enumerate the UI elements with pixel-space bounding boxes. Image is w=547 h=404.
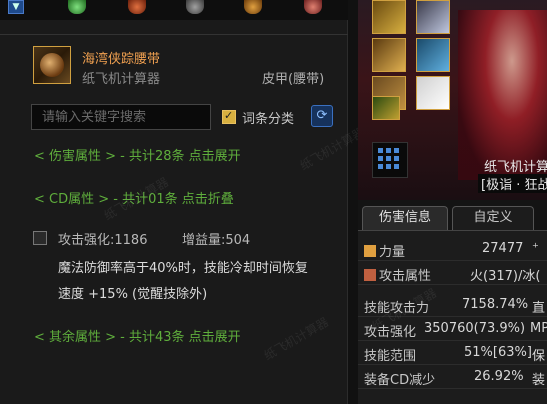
group-other-toggle[interactable]: < 其余属性 > - 共计43条 点击展开: [34, 326, 241, 345]
stat-row: 技能攻击力 7158.74% 直: [358, 293, 547, 317]
gear-icon[interactable]: [186, 0, 204, 14]
equipment-slot[interactable]: [416, 76, 450, 110]
stat-label: 攻击强化: [364, 325, 417, 340]
attack-element-icon: [364, 269, 376, 281]
item-type: 皮甲(腰带): [262, 72, 325, 87]
tab-damage-info[interactable]: 伤害信息: [362, 206, 448, 230]
equipment-slot[interactable]: [416, 38, 450, 72]
stat-value: 350760(73.9%): [424, 321, 526, 336]
stat-label: 技能范围: [364, 349, 417, 364]
stat-label: 攻击属性: [379, 269, 432, 284]
attribute-desc-line1: 魔法防御率高于40%时，技能冷却时间恢复: [58, 261, 308, 276]
stat-row: 攻击属性 火(317)/冰(: [358, 261, 547, 285]
stat-extra: 直: [532, 301, 546, 316]
classify-checkbox[interactable]: [222, 109, 236, 124]
attribute-desc-line2: 速度 +15% (觉醒技除外): [58, 287, 208, 302]
equipment-slot[interactable]: [372, 38, 406, 72]
stat-extra: 保: [532, 349, 546, 364]
classify-label: 词条分类: [242, 112, 295, 127]
character-panel: 纸飞机计算 [极诣 · 狂战 伤害信息 自定义 力量 27477 ⁺ 攻击属性 …: [358, 0, 547, 404]
group-cd-toggle[interactable]: < CD属性 > - 共计01条 点击折叠: [34, 188, 234, 207]
shield-icon[interactable]: [128, 0, 146, 14]
stat-extra: 装: [532, 373, 546, 388]
stat-value: 火(317)/冰(: [470, 269, 541, 284]
tab-custom[interactable]: 自定义: [452, 206, 534, 230]
stat-row: 力量 27477 ⁺: [358, 237, 547, 261]
potion-icon[interactable]: [304, 0, 322, 14]
stat-extra: MP: [530, 321, 547, 336]
character-title: [极诣 · 狂战: [478, 174, 547, 193]
book-icon[interactable]: [244, 0, 262, 14]
dropdown-arrow-icon[interactable]: ▼: [8, 0, 24, 14]
top-toolbar: ▼: [0, 0, 348, 20]
stat-row: 装备CD减少 26.92% 装: [358, 365, 547, 389]
character-portrait: [458, 10, 547, 180]
belt-item-icon: [33, 46, 71, 84]
character-art: 纸飞机计算 [极诣 · 狂战: [358, 0, 547, 200]
item-name: 海湾侠踪腰带: [82, 52, 161, 67]
divider: [0, 34, 348, 35]
character-name: 纸飞机计算: [484, 160, 547, 175]
watermark: 纸飞机计算器: [261, 314, 331, 363]
green-orb-icon[interactable]: [68, 0, 86, 14]
equipment-slot[interactable]: [372, 96, 400, 120]
stats-list: 力量 27477 ⁺ 攻击属性 火(317)/冰( 技能攻击力 7158.74%…: [358, 230, 547, 404]
search-input[interactable]: [31, 104, 211, 130]
stat-value: 7158.74%: [462, 297, 529, 312]
stat-label: 力量: [379, 245, 406, 260]
stat-value: 51%[63%]: [464, 345, 532, 360]
stat-value: 26.92%: [474, 369, 524, 384]
refresh-icon[interactable]: ⟳: [311, 105, 333, 127]
item-calculator-label: 纸飞机计算器: [82, 72, 161, 87]
stat-label: 技能攻击力: [364, 301, 430, 316]
stat-value: 27477: [482, 241, 524, 256]
stat-row: 攻击强化 350760(73.9%) MP: [358, 317, 547, 341]
grid-menu-icon[interactable]: [372, 142, 408, 178]
item-detail-panel: ▼ 海湾侠踪腰带 纸飞机计算器 皮甲(腰带) 词条分类 ⟳ < 伤害属性 > -…: [0, 0, 367, 404]
equipment-slot[interactable]: [372, 0, 406, 34]
group-damage-toggle[interactable]: < 伤害属性 > - 共计28条 点击展开: [34, 145, 241, 164]
attribute-name: 攻击强化:1186: [58, 233, 148, 248]
stat-label: 装备CD减少: [364, 373, 436, 388]
watermark: 纸飞机计算器: [297, 124, 367, 173]
equipment-slot[interactable]: [416, 0, 450, 34]
attribute-checkbox[interactable]: [33, 231, 47, 245]
stat-extra: ⁺: [532, 241, 539, 256]
strength-icon: [364, 245, 376, 257]
attribute-increment: 增益量:504: [182, 233, 251, 248]
stat-row: 技能范围 51%[63%] 保: [358, 341, 547, 365]
